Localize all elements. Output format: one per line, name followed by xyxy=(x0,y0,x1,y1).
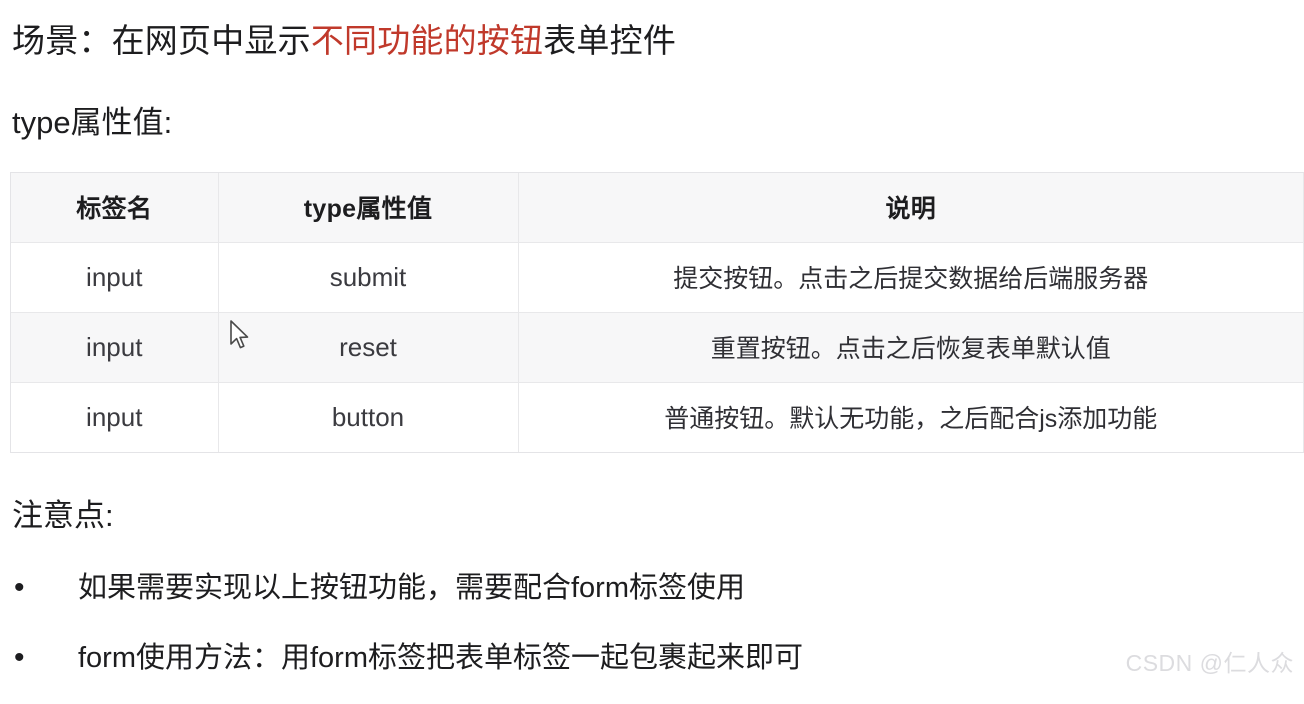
cell-type-value: submit xyxy=(218,242,519,313)
cell-description: 重置按钮。点击之后恢复表单默认值 xyxy=(518,312,1304,383)
scene-heading-highlight: 不同功能的按钮 xyxy=(310,22,544,59)
table-row: input reset 重置按钮。点击之后恢复表单默认值 xyxy=(11,312,1304,383)
table-header-row: 标签名 type属性值 说明 xyxy=(11,173,1304,243)
csdn-watermark: CSDN @仁人众 xyxy=(1125,650,1294,676)
list-item-label: 如果需要实现以上按钮功能，需要配合form标签使用 xyxy=(78,572,746,604)
list-item-label: form使用方法：用form标签把表单标签一起包裹起来即可 xyxy=(78,642,804,674)
list-item: • 如果需要实现以上按钮功能，需要配合form标签使用 xyxy=(0,564,1304,634)
type-attribute-subheading: type属性值: xyxy=(12,105,173,140)
cell-type-value: button xyxy=(218,382,519,452)
scene-heading: 场景：在网页中显示不同功能的按钮表单控件 xyxy=(12,18,676,64)
column-header-tag-name: 标签名 xyxy=(11,173,219,243)
cell-tag-name: input xyxy=(11,312,219,383)
cell-description: 普通按钮。默认无功能，之后配合js添加功能 xyxy=(518,382,1304,452)
notes-heading: 注意点: xyxy=(12,498,114,533)
table-row: input submit 提交按钮。点击之后提交数据给后端服务器 xyxy=(11,242,1304,313)
scene-heading-suffix: 表单控件 xyxy=(543,22,677,59)
column-header-type-value: type属性值 xyxy=(218,173,519,243)
scene-heading-prefix: 场景：在网页中显示 xyxy=(12,22,311,59)
cell-tag-name: input xyxy=(11,242,219,313)
cell-type-value: reset xyxy=(218,312,519,383)
cell-description: 提交按钮。点击之后提交数据给后端服务器 xyxy=(518,242,1304,313)
notes-bullet-list: • 如果需要实现以上按钮功能，需要配合form标签使用 • form使用方法：用… xyxy=(0,564,1304,704)
type-values-table: 标签名 type属性值 说明 input submit 提交按钮。点击之后提交数… xyxy=(11,173,1304,452)
table-row: input button 普通按钮。默认无功能，之后配合js添加功能 xyxy=(11,382,1304,452)
bullet-point-icon: • xyxy=(14,571,25,604)
cell-tag-name: input xyxy=(11,382,219,452)
type-values-table-container: 标签名 type属性值 说明 input submit 提交按钮。点击之后提交数… xyxy=(10,172,1304,453)
list-item: • form使用方法：用form标签把表单标签一起包裹起来即可 xyxy=(0,634,1304,704)
bullet-point-icon: • xyxy=(14,641,25,674)
column-header-description: 说明 xyxy=(518,173,1304,243)
